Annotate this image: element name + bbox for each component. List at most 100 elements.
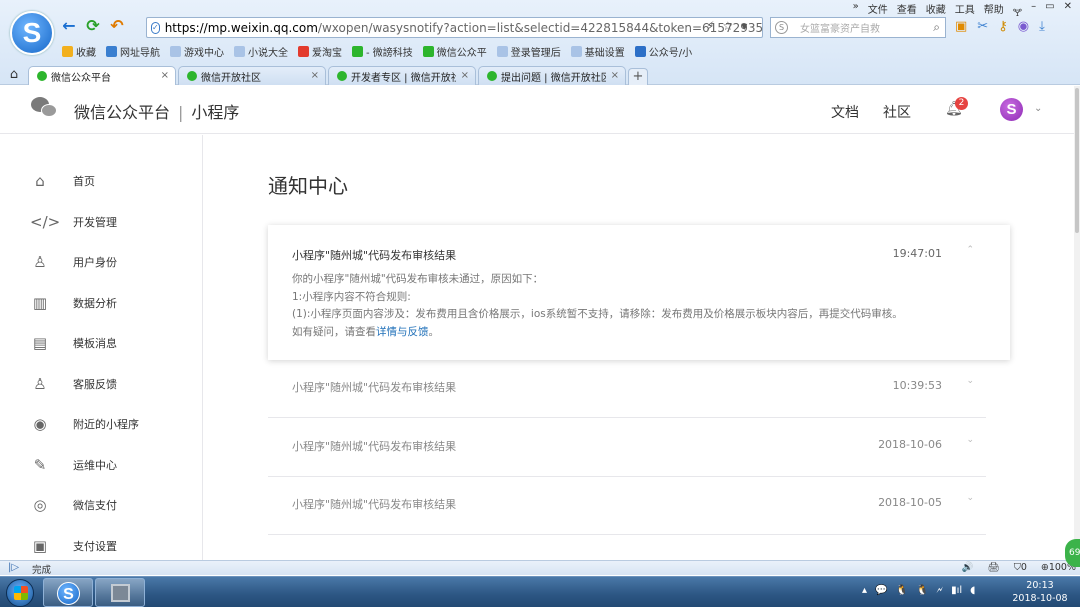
notification-badge: 2: [955, 97, 968, 110]
bookmark-icon: [106, 46, 117, 57]
browser-statusbar: |▷ 完成 🔊 🖨 ⛉0 ⊕100%: [0, 560, 1080, 576]
key-icon[interactable]: ⚷: [998, 19, 1008, 34]
bookmark-item[interactable]: - 微謗科技: [352, 44, 413, 59]
sidebar-item[interactable]: ◎ 微信支付: [0, 485, 202, 525]
sidebar-icon: ◉: [33, 415, 47, 433]
close-icon[interactable]: ×: [461, 70, 469, 81]
expand-caret-icon[interactable]: ⌄: [966, 376, 974, 386]
tab-strip: ⌂ 微信公众平台 × 微信开放社区 × 开发者专区 | 微信开放社 × 提出问题 | 微信开…: [0, 65, 1080, 85]
scrollbar-thumb[interactable]: [1075, 88, 1079, 233]
sidebar-icon: ♙: [33, 253, 47, 271]
sidebar-item-label: 微信支付: [73, 499, 117, 512]
page-title: 通知中心: [268, 174, 348, 198]
home-icon[interactable]: ⌂: [0, 65, 28, 85]
chevron-down-icon[interactable]: ⌄: [1034, 103, 1042, 114]
browser-tab[interactable]: 微信公众平台 ×: [28, 66, 176, 85]
bookmark-icon: [234, 46, 245, 57]
tray-icon[interactable]: 🗲: [936, 585, 943, 596]
collapse-caret-icon[interactable]: ⌃: [966, 245, 974, 255]
tray-icon[interactable]: ▴: [862, 585, 867, 596]
browser-tab[interactable]: 微信开放社区 ×: [178, 66, 326, 85]
status-icon: |▷: [8, 562, 20, 573]
bookmark-item[interactable]: 登录管理后: [496, 44, 561, 59]
tray-icon[interactable]: 🐧: [895, 585, 907, 596]
notice-time: 19:47:01: [892, 247, 942, 260]
search-engine-icon: S: [775, 21, 788, 34]
sidebar-item[interactable]: </> 开发管理: [0, 202, 202, 242]
notice-expanded[interactable]: 小程序"随州城"代码发布审核结果 19:47:01 ⌃ 你的小程序"随州城"代码…: [268, 225, 1010, 360]
undo-icon[interactable]: ↶: [108, 17, 126, 35]
notice-title: 小程序"随州城"代码发布审核结果: [292, 381, 457, 394]
lightning-icon[interactable]: ⚡: [706, 19, 714, 33]
brand-title[interactable]: 微信公众平台 | 小程序: [74, 99, 239, 123]
refresh-icon[interactable]: ⟳: [84, 17, 102, 35]
scissors-icon[interactable]: ✂: [977, 19, 988, 34]
bookmark-item[interactable]: 小说大全: [234, 44, 288, 59]
sidebar-icon: ◎: [33, 496, 47, 514]
nav-buttons: ← ⟳ ↶: [60, 17, 126, 35]
bookmarks-bar: 收藏 网址导航 游戏中心 小说大全 爱淘宝 - 微謗科技 微信公众平 登录管理后 基础设置 公众号…: [62, 44, 692, 59]
start-button[interactable]: [6, 579, 34, 607]
tray-icon[interactable]: ◖: [970, 585, 975, 596]
bookmark-item[interactable]: 收藏: [62, 44, 96, 59]
browser-tab[interactable]: 提出问题 | 微信开放社区 ×: [478, 66, 626, 85]
search-box[interactable]: S 女篮富豪资产自救 ⌕: [770, 17, 946, 38]
floating-badge[interactable]: 69: [1065, 539, 1080, 567]
bookmark-item[interactable]: 公众号/小: [634, 44, 692, 59]
sidebar-item[interactable]: ⌂ 首页: [0, 161, 202, 201]
star-icon[interactable]: ☆: [722, 19, 733, 33]
feedback-link[interactable]: 详情与反馈: [376, 326, 429, 338]
tray-icon[interactable]: 🐧: [916, 585, 928, 596]
notice-line: (1):小程序页面内容涉及：发布费用且含价格展示，ios系统暂不支持，请移除：发…: [292, 308, 903, 320]
extension-icon[interactable]: ▣: [955, 19, 967, 34]
bookmark-label: 游戏中心: [184, 48, 224, 59]
browser-logo[interactable]: S: [10, 11, 54, 55]
bookmark-item[interactable]: 爱淘宝: [298, 44, 342, 59]
sidebar-item[interactable]: ▤ 模板消息: [0, 323, 202, 363]
new-tab-button[interactable]: +: [628, 68, 648, 85]
status-tool[interactable]: 🖨: [988, 562, 1000, 573]
avatar[interactable]: S: [1000, 98, 1023, 121]
download-icon[interactable]: ⤓: [1039, 19, 1045, 34]
expand-caret-icon[interactable]: ⌄: [966, 493, 974, 503]
community-link[interactable]: 社区: [883, 102, 911, 122]
browser-tab[interactable]: 开发者专区 | 微信开放社 ×: [328, 66, 476, 85]
close-icon[interactable]: ×: [311, 70, 319, 81]
notice-row[interactable]: 小程序"随州城"代码发布审核结果 10:39:53 ⌄: [268, 360, 986, 418]
close-icon[interactable]: ×: [611, 70, 619, 81]
doc-link[interactable]: 文档: [831, 102, 859, 122]
back-arrow-icon[interactable]: ←: [60, 17, 78, 35]
bookmark-item[interactable]: 微信公众平: [422, 44, 487, 59]
globe-icon[interactable]: ◉: [1018, 19, 1029, 34]
bookmark-item[interactable]: 基础设置: [570, 44, 625, 59]
dropdown-icon[interactable]: ▾: [741, 19, 747, 33]
taskbar-app-button[interactable]: [95, 578, 145, 607]
status-tool[interactable]: ⛉0: [1014, 562, 1027, 573]
clock[interactable]: 20:13 2018-10-08: [1005, 579, 1075, 605]
sidebar-icon: ⌂: [35, 172, 45, 190]
menu-item[interactable]: ▭: [1045, 1, 1054, 22]
sidebar-item[interactable]: ♙ 用户身份: [0, 242, 202, 282]
sidebar-item[interactable]: ♙ 客服反馈: [0, 364, 202, 404]
bookmark-item[interactable]: 游戏中心: [170, 44, 224, 59]
notice-row[interactable]: 小程序"随州城"代码发布审核结果 2018-10-06 ⌄: [268, 419, 986, 477]
system-tray: ▴ 💬 🐧 🐧 🗲 ▮ıl ◖: [862, 585, 975, 596]
tray-icon[interactable]: 💬: [875, 585, 887, 596]
bookmark-item[interactable]: 网址导航: [106, 44, 160, 59]
sidebar-item[interactable]: ▥ 数据分析: [0, 283, 202, 323]
notice-title: 小程序"随州城"代码发布审核结果: [292, 249, 457, 262]
address-bar[interactable]: ✓ https://mp.weixin.qq.com/wxopen/wasysn…: [146, 17, 763, 38]
sidebar-item[interactable]: ◉ 附近的小程序: [0, 404, 202, 444]
close-icon[interactable]: ×: [161, 70, 169, 81]
sidebar-item[interactable]: ✎ 运维中心: [0, 445, 202, 485]
bookmark-label: 基础设置: [584, 48, 625, 59]
taskbar-browser-button[interactable]: S: [43, 578, 93, 607]
tray-icon[interactable]: ▮ıl: [951, 585, 962, 596]
menu-item[interactable]: ✕: [1064, 1, 1072, 22]
expand-caret-icon[interactable]: ⌄: [966, 435, 974, 445]
search-icon[interactable]: ⌕: [933, 20, 940, 35]
bookmark-icon: [570, 46, 582, 57]
notice-row[interactable]: 小程序"随州城"代码发布审核结果 2018-10-05 ⌄: [268, 477, 986, 535]
status-tool[interactable]: 🔊: [962, 562, 974, 573]
address-host: https://mp.weixin.qq.com: [164, 20, 318, 35]
